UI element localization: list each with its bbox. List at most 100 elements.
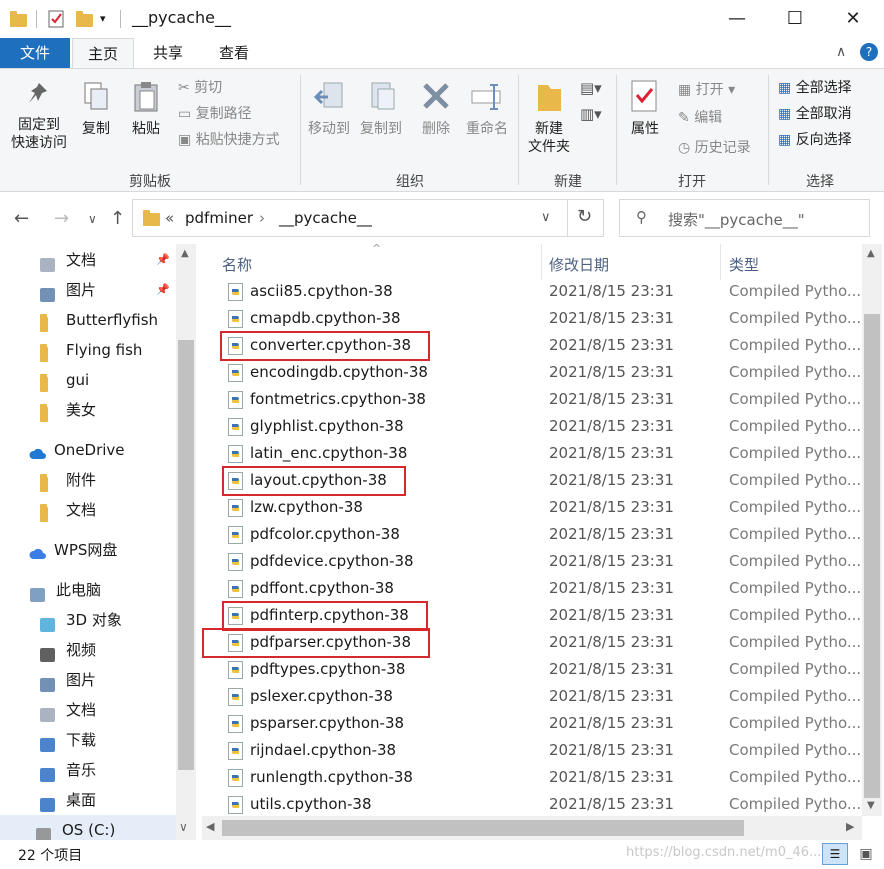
nav-item[interactable]: gui [0,365,176,395]
close-button[interactable]: ✕ [824,0,882,38]
scrollbar-thumb[interactable] [864,314,880,798]
invert-selection-button[interactable]: ▦ 反向选择 [778,131,852,149]
maximize-button[interactable]: ☐ [766,0,824,38]
copy-path-button[interactable]: ▭ 复制路径 [178,105,252,123]
nav-item[interactable]: WPS网盘 [0,535,176,565]
nav-item[interactable]: OneDrive [0,435,176,465]
nav-item[interactable]: 3D 对象 [0,605,176,635]
large-icons-view-icon[interactable]: ▣ [854,843,878,865]
file-row[interactable]: utils.cpython-38 2021/8/15 23:31 Compiled … [202,791,862,816]
nav-item[interactable]: 文档 [0,695,176,725]
nav-item[interactable]: 下载 [0,725,176,755]
refresh-icon[interactable]: ↻ [577,206,592,227]
new-folder-quick-icon[interactable] [76,9,93,29]
scrollbar-thumb[interactable] [222,820,744,836]
file-row[interactable]: pdfcolor.cpython-38 2021/8/15 23:31 Compil… [202,521,862,548]
file-row[interactable]: cmapdb.cpython-38 2021/8/15 23:31 Compiled… [202,305,862,332]
select-none-button[interactable]: ▦ 全部取消 [778,105,852,123]
scroll-down-icon[interactable]: ∨ [179,820,188,834]
scroll-up-icon[interactable]: ▲ [181,248,189,259]
easy-access-icon[interactable]: ▥▾ [580,105,602,123]
scroll-right-icon[interactable]: ▶ [846,820,854,833]
nav-item[interactable]: 附件 [0,465,176,495]
file-row[interactable]: rijndael.cpython-38 2021/8/15 23:31 Compil… [202,737,862,764]
rename-button[interactable]: 重命名 [462,79,512,138]
nav-item[interactable]: 文档 [0,495,176,525]
file-list-scrollbar[interactable]: ▲ ▼ [862,244,882,816]
minimize-button[interactable]: — [708,0,766,38]
pin-icon[interactable]: 📌 [156,275,170,305]
nav-item[interactable]: 桌面 [0,785,176,815]
pin-quick-access-button[interactable]: 固定到 快速访问 [6,79,72,152]
copy-to-button[interactable]: 复制到 [356,79,406,138]
help-icon[interactable]: ? [860,43,878,61]
file-row[interactable]: ascii85.cpython-38 2021/8/15 23:31 Compile… [202,278,862,305]
nav-item[interactable]: 音乐 [0,755,176,785]
nav-item[interactable]: 此电脑 [0,575,176,605]
tab-home[interactable]: 主页 [72,38,134,68]
file-row[interactable]: lzw.cpython-38 2021/8/15 23:31 Compiled Py… [202,494,862,521]
forward-arrow-icon[interactable]: → [54,208,69,229]
file-row[interactable]: pdffont.cpython-38 2021/8/15 23:31 Compile… [202,575,862,602]
open-button[interactable]: ▦ 打开 ▾ [678,81,735,99]
breadcrumb-pdfminer[interactable]: pdfminer [185,209,253,227]
file-row[interactable]: pslexer.cpython-38 2021/8/15 23:31 Compile… [202,683,862,710]
paste-button[interactable]: 粘贴 [126,79,166,138]
up-arrow-icon[interactable]: ↑ [110,208,125,229]
nav-item[interactable]: Butterflyfish [0,305,176,335]
paste-shortcut-button[interactable]: ▣ 粘贴快捷方式 [178,131,280,149]
delete-button[interactable]: 删除 [416,79,456,138]
file-list-horizontal-scrollbar[interactable]: ◀ ▶ [202,816,862,840]
cut-button[interactable]: ✂ 剪切 [178,79,222,97]
scroll-up-icon[interactable]: ▲ [867,248,875,259]
scroll-down-icon[interactable]: ▼ [867,800,875,811]
scroll-left-icon[interactable]: ◀ [206,820,214,833]
file-row[interactable]: glyphlist.cpython-38 2021/8/15 23:31 Compi… [202,413,862,440]
details-view-icon[interactable]: ☰ [822,843,848,865]
folder-icon[interactable] [10,9,27,29]
column-header-name[interactable]: 名称 [222,254,252,275]
new-item-icon[interactable]: ▤▾ [580,79,602,97]
breadcrumb-separator-icon[interactable]: › [259,209,265,227]
tab-file[interactable]: 文件 [0,38,70,68]
file-row[interactable]: psparser.cpython-38 2021/8/15 23:31 Compil… [202,710,862,737]
search-input[interactable]: 搜索"__pycache__" [668,209,805,230]
nav-item[interactable]: 图片 📌 [0,275,176,305]
customize-dropdown-icon[interactable]: ▾ [100,12,106,32]
file-row[interactable]: latin_enc.cpython-38 2021/8/15 23:31 Compi… [202,440,862,467]
pin-icon[interactable]: 📌 [156,245,170,275]
address-dropdown-chevron-icon[interactable]: ∨ [541,210,551,225]
nav-item[interactable]: 视频 [0,635,176,665]
history-button[interactable]: ◷ 历史记录 [678,139,751,157]
tab-share[interactable]: 共享 [140,38,196,68]
scrollbar-thumb[interactable] [178,340,194,770]
search-box[interactable]: ⚲ 搜索"__pycache__" [619,199,870,237]
file-row[interactable]: fontmetrics.cpython-38 2021/8/15 23:31 Com… [202,386,862,413]
file-row[interactable]: pdfdevice.cpython-38 2021/8/15 23:31 Compi… [202,548,862,575]
edit-button[interactable]: ✎ 编辑 [678,109,722,127]
nav-item[interactable]: 美女 [0,395,176,425]
move-to-button[interactable]: 移动到 [304,79,354,138]
select-all-button[interactable]: ▦ 全部选择 [778,79,852,97]
breadcrumb-pycache[interactable]: __pycache__ [279,209,372,227]
tab-view[interactable]: 查看 [204,38,264,68]
file-row[interactable]: encodingdb.cpython-38 2021/8/15 23:31 Comp… [202,359,862,386]
file-row[interactable]: pdftypes.cpython-38 2021/8/15 23:31 Compil… [202,656,862,683]
copy-button[interactable]: 复制 [76,79,116,138]
navigation-pane-scrollbar[interactable]: ▲ ∨ [176,244,196,840]
recent-locations-chevron-icon[interactable]: ∨ [88,212,97,226]
column-header-date[interactable]: 修改日期 [549,254,609,275]
breadcrumb-overflow[interactable]: « [165,209,174,227]
properties-checkbox-icon[interactable] [48,9,66,29]
back-arrow-icon[interactable]: ← [14,208,29,229]
nav-item[interactable]: OS (C:) [0,815,176,840]
properties-button[interactable]: 属性 [620,79,670,138]
address-bar[interactable]: « pdfminer › __pycache__ ∨ ↻ [132,199,604,237]
new-folder-button[interactable]: 新建 文件夹 [522,79,576,156]
file-row[interactable]: runlength.cpython-38 2021/8/15 23:31 Compi… [202,764,862,791]
nav-item[interactable]: 图片 [0,665,176,695]
column-header-type[interactable]: 类型 [729,254,759,275]
nav-item[interactable]: 文档 📌 [0,245,176,275]
nav-item[interactable]: Flying fish [0,335,176,365]
collapse-ribbon-icon[interactable]: ∧ [836,44,846,60]
